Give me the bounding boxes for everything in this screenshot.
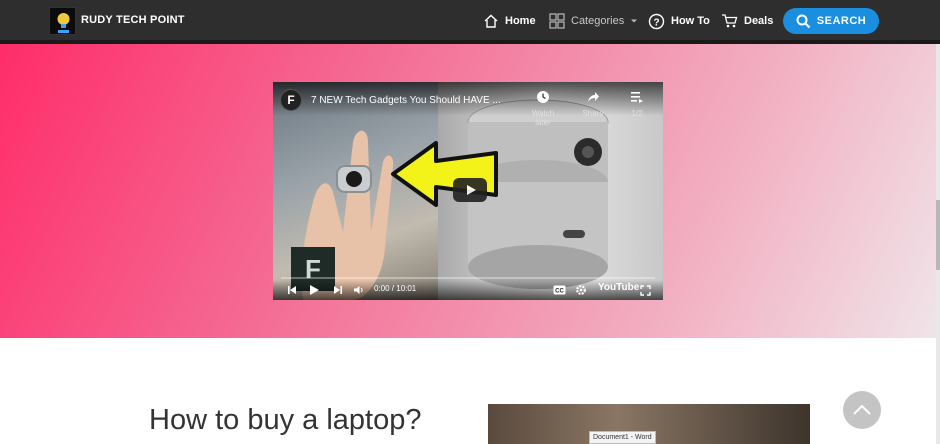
play-icon[interactable] xyxy=(453,178,487,202)
cart-icon xyxy=(722,14,738,28)
question-icon: ? xyxy=(648,13,665,29)
youtube-video-embed[interactable]: F 7 NEW Tech Gadgets You Should HAVE ...… xyxy=(273,82,663,300)
video-time: 0:00 / 10:01 xyxy=(374,284,417,293)
nav-categories[interactable]: Categories xyxy=(549,11,638,31)
chevron-up-icon xyxy=(853,404,871,415)
nav-how-to-label: How To xyxy=(671,15,710,27)
nav-categories-label: Categories xyxy=(571,15,625,27)
watch-later-label: Watch later xyxy=(531,109,555,127)
search-button-label: SEARCH xyxy=(816,15,867,27)
back-to-top-button[interactable] xyxy=(843,391,881,429)
home-icon xyxy=(484,14,498,28)
nav-how-to[interactable]: ? How To xyxy=(648,11,710,31)
play-control-icon[interactable] xyxy=(309,284,320,296)
site-title[interactable]: RUDY TECH POINT xyxy=(81,14,185,26)
playlist-icon xyxy=(631,92,643,103)
gear-icon[interactable] xyxy=(575,284,587,296)
playlist-label: 1/2 xyxy=(631,109,643,118)
nav-deals[interactable]: Deals xyxy=(721,11,773,31)
search-icon xyxy=(796,14,811,28)
clock-icon xyxy=(537,91,549,103)
scrollbar-thumb[interactable] xyxy=(936,200,940,270)
youtube-logo[interactable]: YouTube xyxy=(598,282,639,293)
video-title[interactable]: 7 NEW Tech Gadgets You Should HAVE ... xyxy=(311,95,501,106)
fullscreen-icon[interactable] xyxy=(640,285,651,296)
search-button[interactable]: SEARCH xyxy=(783,8,879,34)
playlist-button[interactable]: 1/2 xyxy=(619,90,655,118)
bulb-icon xyxy=(57,13,70,33)
skip-forward-icon[interactable] xyxy=(333,285,343,295)
share-label: Share xyxy=(582,109,604,118)
thumbnail-caption: Document1 - Word xyxy=(589,431,656,444)
share-button[interactable]: Share xyxy=(575,90,611,118)
article-heading[interactable]: How to buy a laptop? xyxy=(149,404,421,437)
site-logo[interactable] xyxy=(49,7,76,35)
cc-icon[interactable]: CC xyxy=(553,285,566,295)
channel-avatar[interactable]: F xyxy=(280,89,302,111)
nav-deals-label: Deals xyxy=(744,15,774,27)
volume-icon[interactable] xyxy=(353,285,365,295)
page: RUDY TECH POINT Home Categories ? How To xyxy=(0,0,940,444)
video-progress-bar[interactable] xyxy=(281,277,655,279)
svg-text:?: ? xyxy=(653,17,659,28)
nav-home-label: Home xyxy=(505,15,536,27)
grid-icon xyxy=(549,13,565,29)
share-icon xyxy=(588,92,599,102)
skip-back-icon[interactable] xyxy=(287,285,297,295)
svg-text:CC: CC xyxy=(555,289,564,295)
nav-home[interactable]: Home xyxy=(483,11,536,31)
watch-later-button[interactable]: Watch later xyxy=(525,90,561,127)
chevron-down-icon xyxy=(631,19,638,23)
